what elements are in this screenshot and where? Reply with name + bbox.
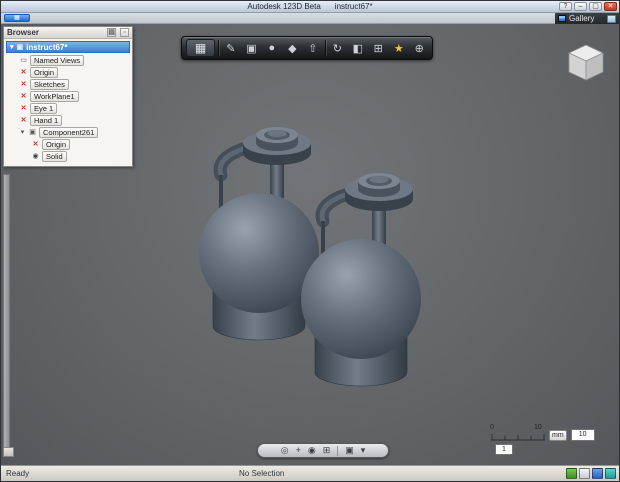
scale-widget: 0 10 mm 10 1 — [490, 424, 613, 455]
component-icon: ▣ — [29, 129, 36, 136]
splitter-handle[interactable] — [3, 447, 14, 457]
browser-panel: Browser ▤ ▫ ▾ ▣ instruct67* ▭ Named View… — [3, 26, 133, 167]
primitive-sphere-icon[interactable]: ● — [263, 39, 280, 57]
tree-item-label: Named Views — [30, 54, 85, 66]
tree-item-root[interactable]: ▾ ▣ instruct67* — [6, 41, 130, 53]
main-toolbar: ▦ ✎ ▣ ● ◆ ⇧ ↻ ◧ ⊞ ★ ⊕ — [181, 36, 433, 60]
tree-item-hand1[interactable]: ✕ Hand 1 — [5, 114, 131, 126]
tree-item-workplane1[interactable]: ✕ WorkPlane1 — [5, 90, 131, 102]
gallery-expand-button[interactable] — [607, 14, 616, 23]
tree-item-named-views[interactable]: ▭ Named Views — [5, 54, 131, 66]
model-3d[interactable] — [151, 86, 491, 416]
model-right-unit[interactable] — [301, 173, 421, 387]
close-button[interactable]: ✕ — [604, 2, 617, 11]
revolve-icon[interactable]: ↻ — [329, 39, 346, 57]
visible-eye-icon[interactable]: ◉ — [31, 152, 40, 160]
titlebar[interactable]: Autodesk 123D Beta instruct67* ? – ▢ ✕ — [1, 1, 619, 13]
tray-icon-light[interactable] — [579, 468, 590, 479]
tree-item-component261[interactable]: ▾ ▣ Component261 — [5, 126, 131, 138]
sketch-icon[interactable]: ✎ — [222, 39, 239, 57]
tray-icon-blue[interactable] — [592, 468, 603, 479]
status-selection-text: No Selection — [239, 469, 285, 478]
menubar: ▦ Gallery — [1, 13, 619, 24]
hidden-icon[interactable]: ✕ — [19, 116, 28, 124]
minimize-button[interactable]: – — [574, 2, 587, 11]
snap-icon[interactable]: ⊕ — [411, 39, 428, 57]
tree-item-label: Hand 1 — [30, 114, 63, 126]
fit-view-icon[interactable]: ⊞ — [323, 444, 331, 457]
tree-root-label: instruct67* — [26, 42, 68, 52]
viewport-3d[interactable]: ▦ ✎ ▣ ● ◆ ⇧ ↻ ◧ ⊞ ★ ⊕ Browser ▤ ▫ ▾ ▣ in… — [1, 24, 619, 465]
navbar-more-icon[interactable]: ▾ — [361, 444, 366, 457]
browser-panel-header[interactable]: Browser ▤ ▫ — [4, 27, 132, 39]
hidden-icon[interactable]: ✕ — [19, 104, 28, 112]
tree-item-label: Solid — [42, 150, 67, 162]
tree-item-label: WorkPlane1 — [30, 90, 79, 102]
maximize-button[interactable]: ▢ — [589, 2, 602, 11]
model-left-unit[interactable] — [199, 127, 319, 341]
hidden-icon[interactable]: ✕ — [19, 68, 28, 76]
material-icon[interactable]: ★ — [390, 39, 407, 57]
zoom-icon[interactable]: ◉ — [308, 444, 316, 457]
tree-item-label: Origin — [30, 66, 59, 78]
toolbar-separator — [218, 40, 220, 56]
tree-item-origin[interactable]: ✕ Origin — [5, 66, 131, 78]
hidden-icon[interactable]: ✕ — [19, 92, 28, 100]
tree-item-label: Sketches — [30, 78, 69, 90]
tray-icon-green[interactable] — [566, 468, 577, 479]
tree-item-eye1[interactable]: ✕ Eye 1 — [5, 102, 131, 114]
tree-item-label: Eye 1 — [30, 102, 58, 114]
ruler-ticks — [491, 434, 545, 441]
toolbar-separator — [324, 40, 326, 56]
tree-item-solid[interactable]: ◉ Solid — [5, 150, 131, 162]
shapes-menu-button[interactable]: ▦ — [186, 39, 216, 57]
ruler-tick-max-label: 10 — [534, 424, 542, 431]
status-tray — [566, 468, 616, 479]
hidden-icon[interactable]: ✕ — [31, 140, 40, 148]
status-ready-text: Ready — [6, 469, 30, 478]
combine-icon[interactable]: ⊞ — [370, 39, 387, 57]
navbar-separator — [337, 445, 339, 456]
gallery-tab[interactable]: Gallery — [555, 13, 619, 24]
extrude-icon[interactable]: ⇧ — [304, 39, 321, 57]
tree-item-label: Origin — [42, 138, 71, 150]
viewcube[interactable] — [563, 40, 609, 86]
grid-size-input[interactable]: 10 — [570, 429, 595, 441]
app-title: Autodesk 123D Beta — [247, 2, 321, 11]
help-button[interactable]: ? — [559, 2, 572, 11]
unit-selector[interactable]: mm — [549, 430, 567, 441]
expand-arrow-icon[interactable]: ▾ — [10, 43, 14, 51]
model-tree: ▾ ▣ instruct67* ▭ Named Views ✕ Origin ✕… — [4, 39, 132, 166]
pan-icon[interactable]: + — [296, 444, 301, 457]
panel-collapse-button[interactable]: ▫ — [120, 28, 129, 37]
named-views-icon: ▭ — [20, 57, 27, 64]
tree-item-component-origin[interactable]: ✕ Origin — [5, 138, 131, 150]
minor-grid-input[interactable]: 1 — [495, 444, 513, 455]
app-window: Autodesk 123D Beta instruct67* ? – ▢ ✕ ▦… — [0, 0, 620, 482]
split-icon[interactable]: ◧ — [349, 39, 366, 57]
hidden-icon[interactable]: ✕ — [19, 80, 28, 88]
scale-ruler: 0 10 — [490, 424, 545, 441]
gallery-icon — [558, 15, 566, 22]
statusbar: Ready No Selection — [1, 465, 619, 481]
look-at-icon[interactable]: ▣ — [345, 444, 354, 457]
primitive-box-icon[interactable]: ▣ — [243, 39, 260, 57]
expand-arrow-icon[interactable]: ▾ — [19, 128, 26, 136]
navigation-bar: ◎ + ◉ ⊞ ▣ ▾ — [257, 443, 389, 458]
primitive-cylinder-icon[interactable]: ◆ — [284, 39, 301, 57]
panel-splitter[interactable] — [3, 174, 14, 457]
app-menu-button[interactable]: ▦ — [4, 14, 30, 22]
tree-item-label: Component261 — [39, 126, 99, 138]
orbit-icon[interactable]: ◎ — [281, 444, 289, 457]
ruler-tick-min-label: 0 — [490, 424, 494, 431]
browser-panel-title: Browser — [7, 28, 40, 37]
panel-options-button[interactable]: ▤ — [107, 28, 116, 37]
window-controls: ? – ▢ ✕ — [559, 2, 617, 11]
tree-item-sketches[interactable]: ✕ Sketches — [5, 78, 131, 90]
document-title: instruct67* — [334, 2, 373, 11]
tray-icon-teal[interactable] — [605, 468, 616, 479]
gallery-label: Gallery — [569, 14, 595, 23]
document-icon: ▣ — [16, 44, 24, 51]
